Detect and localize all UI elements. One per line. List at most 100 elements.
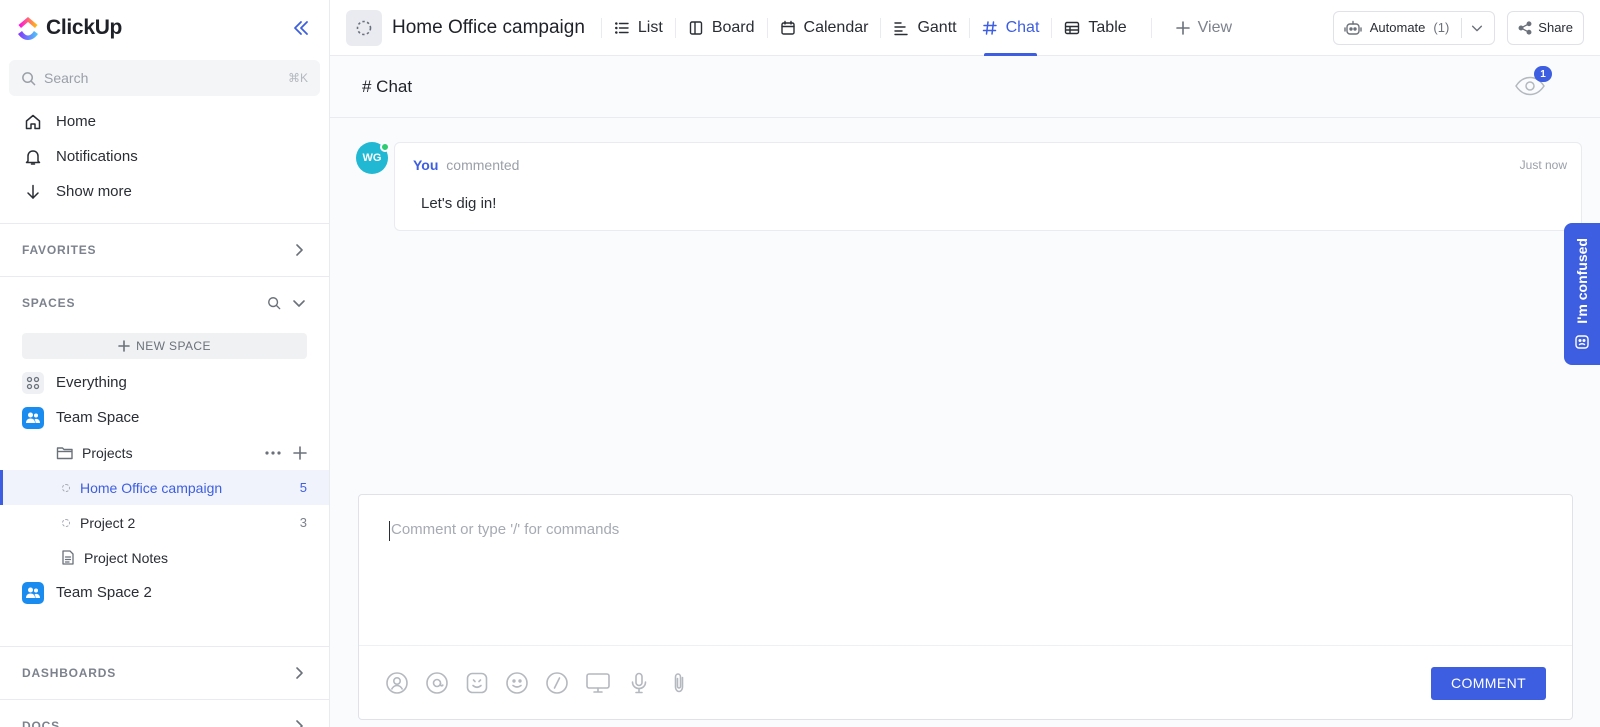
gantt-icon [894,21,909,35]
automate-label: Automate [1369,20,1426,35]
sidebar-item-label: Notifications [56,148,138,165]
board-icon [689,20,703,35]
home-icon [25,114,41,129]
favorites-section[interactable]: FAVORITES [0,224,329,276]
more-horizontal-icon[interactable] [265,450,281,455]
sidebar: ClickUp Search ⌘K Home Notifications Sho… [0,0,330,727]
chevron-down-icon[interactable] [291,295,307,311]
add-view-label: View [1197,18,1233,36]
microphone-icon[interactable] [627,671,651,695]
list-avatar[interactable] [346,9,382,46]
search-icon[interactable] [267,296,281,310]
confused-face-icon [1575,335,1589,349]
share-label: Share [1538,20,1573,35]
sidebar-doc-project-notes[interactable]: Project Notes [0,540,329,575]
tab-label: Calendar [803,18,869,36]
sidebar-item-team-space[interactable]: Team Space [0,400,329,435]
emoji-reaction-icon[interactable] [465,671,489,695]
app-root: ClickUp Search ⌘K Home Notifications Sho… [0,0,1600,727]
team-icon [22,406,44,429]
chat-header: # Chat 1 [330,56,1600,118]
chat-title: # Chat [362,76,413,96]
comment-action: commented [446,157,520,173]
plus-icon[interactable] [293,445,307,460]
logo-row: ClickUp [0,0,329,56]
list-label: Project 2 [80,514,136,531]
sidebar-item-everything[interactable]: Everything [0,365,329,400]
tab-label: List [637,18,663,36]
sidebar-item-team-space-2[interactable]: Team Space 2 [0,575,329,610]
slash-command-icon[interactable] [545,671,569,695]
tab-board[interactable]: Board [676,0,767,56]
sidebar-item-label: Home [56,113,97,130]
calendar-icon [780,20,795,35]
page-title: Home Office campaign [392,16,585,38]
comment-input-placeholder: Comment or type '/' for commands [391,521,620,538]
tab-label: Chat [1005,18,1040,36]
list-label: Home Office campaign [80,479,223,496]
search-icon [22,71,36,85]
sidebar-item-label: Team Space [56,409,140,426]
sidebar-bottom-sections: DASHBOARDS DOCS [0,646,329,727]
comment-submit-button[interactable]: COMMENT [1431,666,1546,700]
chevron-right-icon[interactable] [291,665,307,681]
sidebar-item-show-more[interactable]: Show more [0,174,329,209]
share-icon [1518,20,1532,35]
chevron-right-icon[interactable] [291,718,307,727]
help-tab-button[interactable]: I'm confused [1564,223,1600,365]
dashboards-label: DASHBOARDS [22,666,117,680]
emoji-icon[interactable] [505,671,529,695]
avatar[interactable]: WG [356,142,390,174]
new-space-button[interactable]: NEW SPACE [22,333,307,359]
tab-chat[interactable]: Chat [970,0,1052,56]
screen-record-icon[interactable] [585,671,611,695]
mention-icon[interactable] [425,671,449,695]
add-view-button[interactable]: View [1164,0,1244,56]
comment-meta: You commented [413,157,1563,173]
tab-label: Board [711,18,755,36]
share-button[interactable]: Share [1507,10,1584,45]
doc-label: Project Notes [84,549,169,566]
sidebar-item-home[interactable]: Home [0,104,329,139]
dashboards-section[interactable]: DASHBOARDS [0,647,329,699]
composer-toolbar: COMMENT [359,646,1572,720]
tab-table[interactable]: Table [1052,0,1138,56]
collapse-sidebar-button[interactable] [289,16,313,40]
tab-calendar[interactable]: Calendar [768,0,881,56]
assign-user-icon[interactable] [385,671,409,695]
sidebar-list-project-2[interactable]: Project 2 3 [0,505,329,540]
plus-icon [1175,20,1190,35]
chevron-right-icon[interactable] [291,242,307,258]
automate-button[interactable]: Automate (1) [1332,10,1496,45]
tab-gantt[interactable]: Gantt [881,0,968,56]
help-tab-label: I'm confused [1574,238,1590,324]
clickup-logo[interactable]: ClickUp [16,15,122,41]
docs-label: DOCS [22,719,60,727]
comment-author[interactable]: You [413,157,438,173]
folder-icon [56,446,73,459]
automate-separator [1461,17,1463,38]
spaces-label: SPACES [22,296,76,310]
tab-list[interactable]: List [602,0,675,56]
top-bar-actions: Automate (1) Share [1332,10,1584,45]
chevron-down-icon[interactable] [1470,21,1484,35]
attachment-icon[interactable] [667,671,691,695]
avatar-initials: WG [362,152,382,164]
sidebar-list-home-office-campaign[interactable]: Home Office campaign 5 [0,470,329,505]
text-caret [389,521,390,541]
comment-text: Let's dig in! [421,195,497,212]
docs-section[interactable]: DOCS [0,700,329,727]
comment-input[interactable]: Comment or type '/' for commands [359,495,1572,646]
sidebar-search[interactable]: Search ⌘K [9,60,320,96]
sidebar-folder-projects[interactable]: Projects [0,435,329,470]
sidebar-item-label: Team Space 2 [56,584,152,601]
list-icon [614,21,629,34]
bell-icon [25,149,41,165]
sidebar-item-label: Everything [56,374,127,391]
sidebar-item-notifications[interactable]: Notifications [0,139,329,174]
list-status-icon [62,518,70,527]
everything-icon [22,371,44,394]
document-icon [62,550,74,565]
top-bar: Home Office campaign List Board Calendar [330,0,1600,56]
watchers-button[interactable]: 1 [1514,66,1552,107]
